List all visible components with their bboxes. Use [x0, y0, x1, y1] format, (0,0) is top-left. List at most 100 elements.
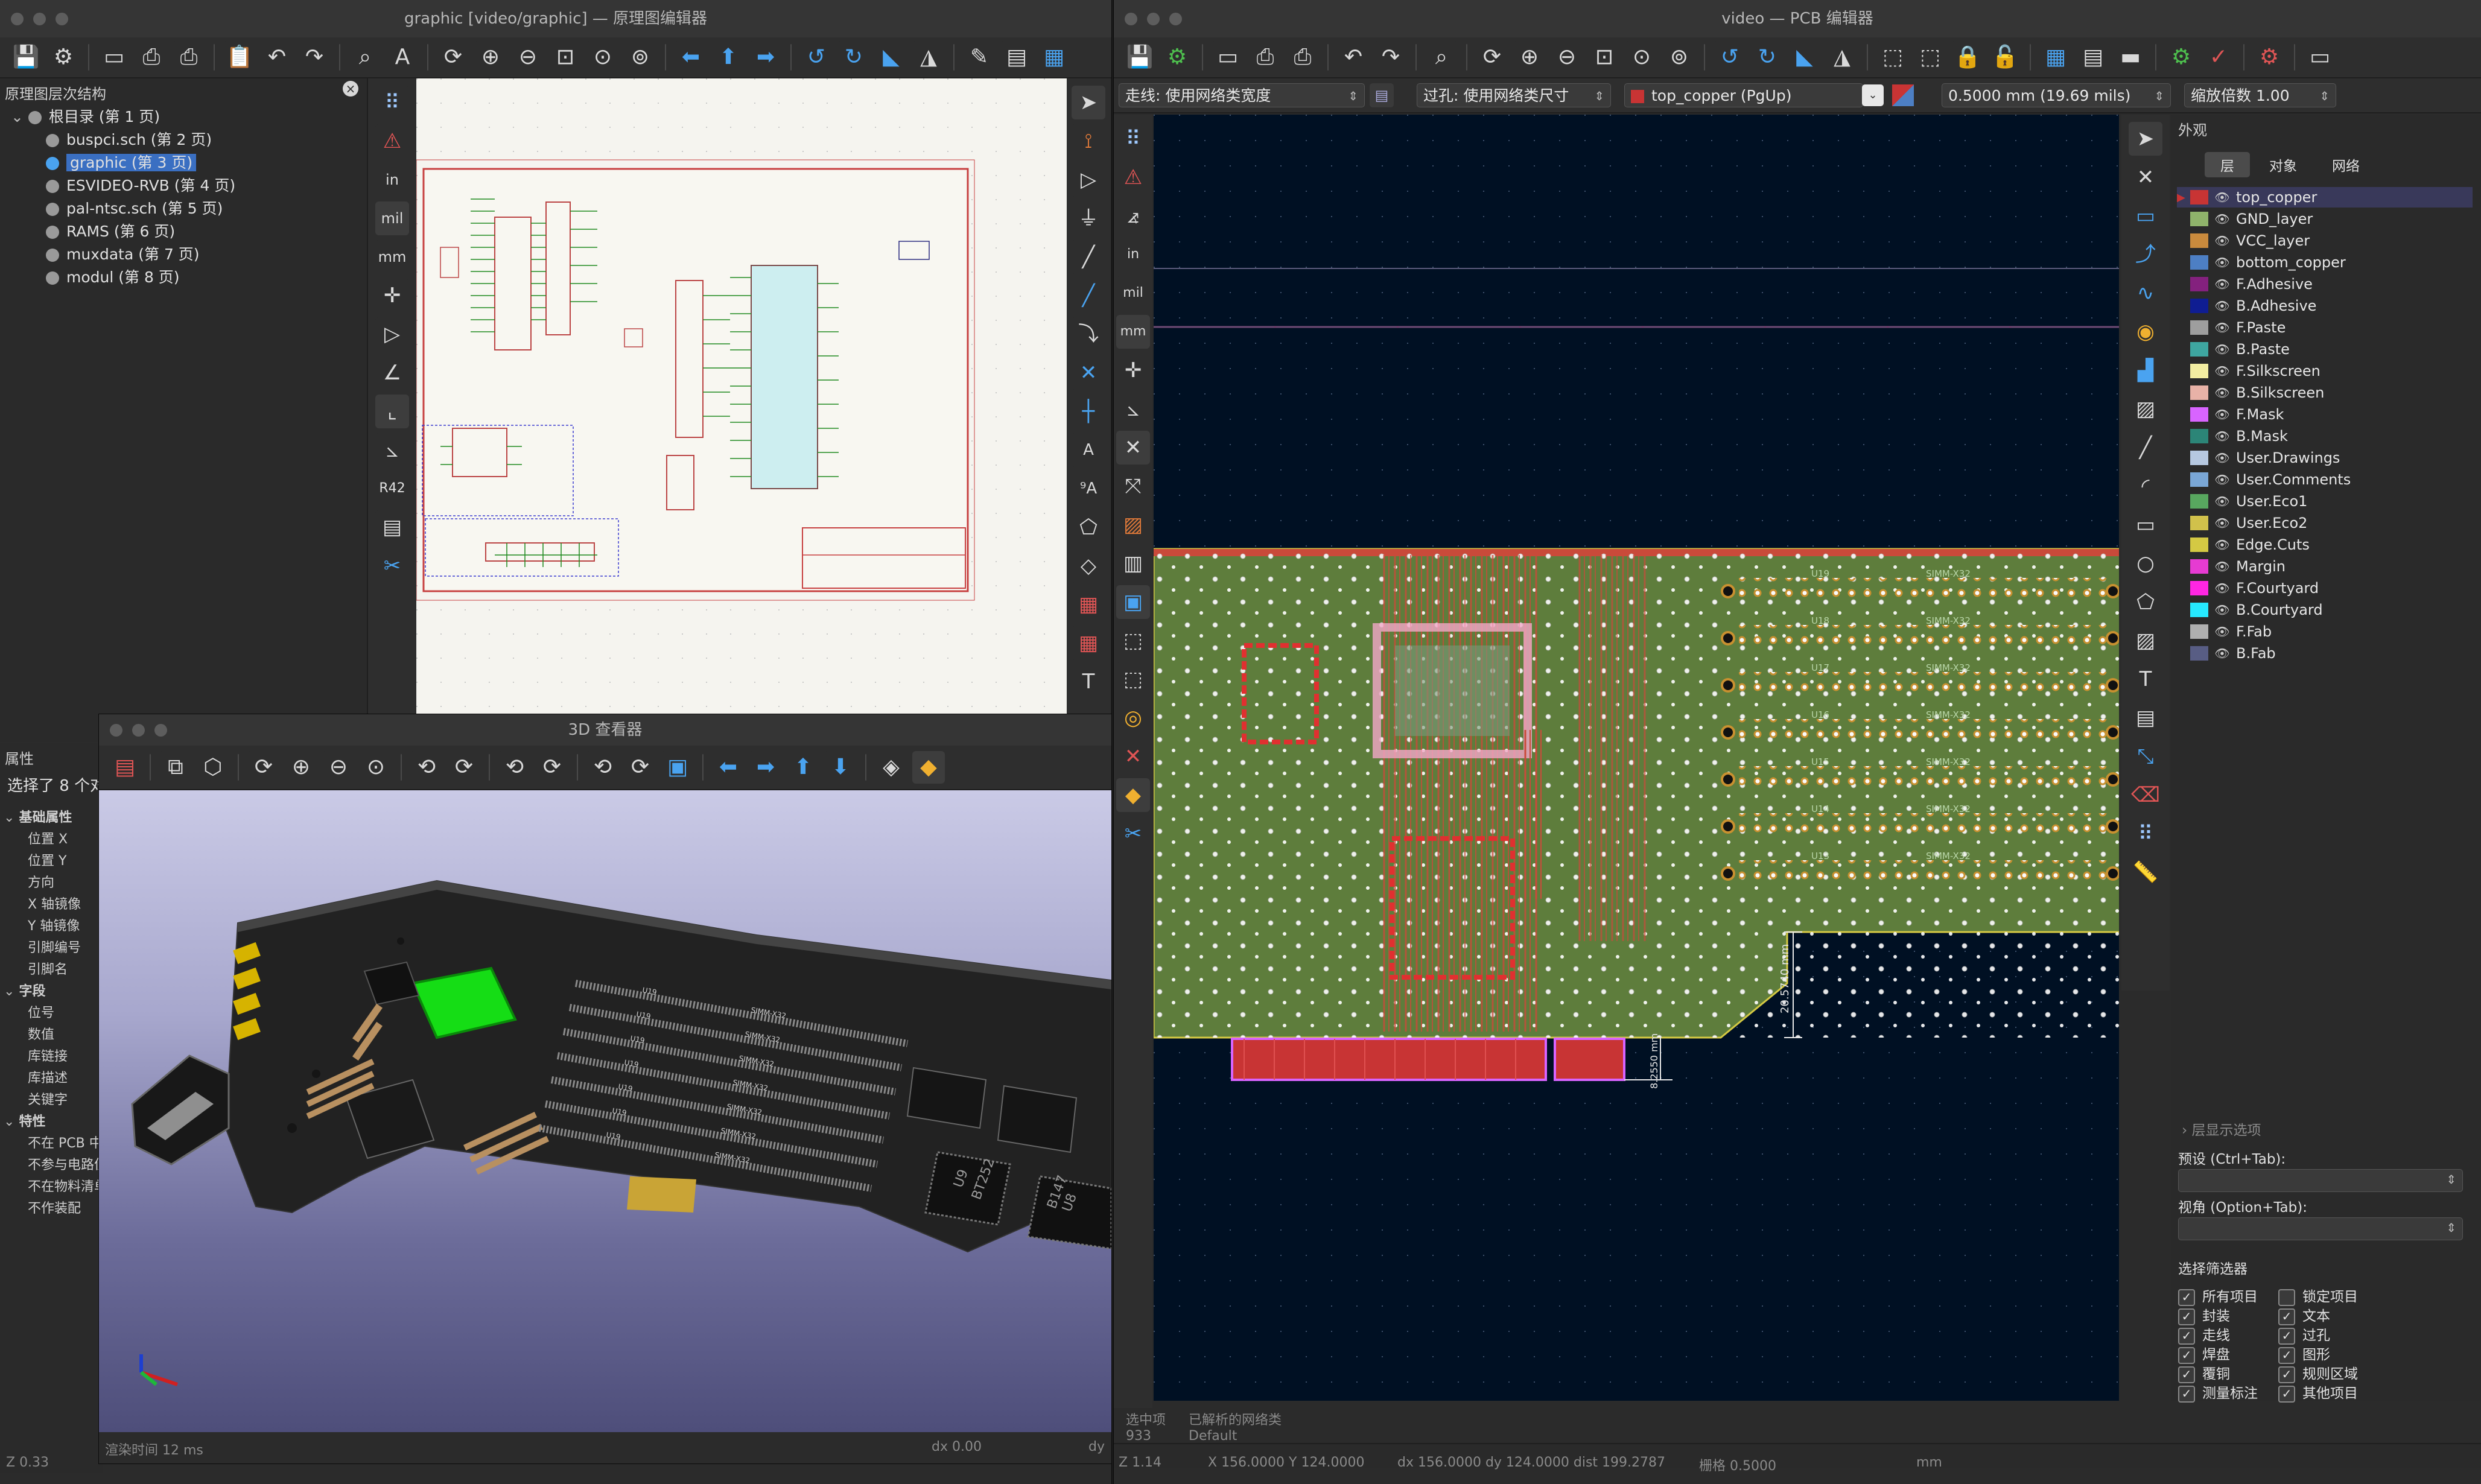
redo-icon[interactable]: ↷ [1374, 41, 1407, 74]
unit-mm-button[interactable]: mm [1116, 315, 1150, 349]
layer-row[interactable]: 👁 B.Paste [2177, 339, 2473, 360]
local-ratsnest-icon[interactable]: ✕ [2129, 160, 2162, 194]
zoom-selection-icon[interactable]: ⊚ [624, 41, 656, 74]
line-45-icon[interactable]: ⦣ [1116, 392, 1150, 426]
line-angle-icon[interactable]: ∠ [375, 356, 409, 390]
erc-icon[interactable]: ⚠ [375, 124, 409, 158]
layer-row[interactable]: 👁 User.Eco2 [2177, 513, 2473, 533]
grid-select[interactable]: 0.5000 mm (19.69 mils) ⇕ [1942, 83, 2171, 107]
eye-icon[interactable]: 👁 [2214, 624, 2230, 639]
layer-row[interactable]: 👁 B.Silkscreen [2177, 382, 2473, 403]
pad-sketch-icon[interactable]: ▣ [1116, 585, 1150, 619]
window-controls[interactable] [110, 724, 167, 737]
layer-display-options[interactable]: › 层显示选项 [2182, 1118, 2261, 1139]
page-settings-icon[interactable]: ▭ [98, 41, 130, 74]
flip-board-icon[interactable]: ▣ [661, 751, 694, 784]
layer-row[interactable]: ▶ 👁 top_copper [2177, 187, 2473, 208]
layer-select[interactable]: top_copper (PgUp) [1624, 83, 1863, 107]
eye-icon[interactable]: 👁 [2214, 320, 2230, 335]
track-sketch-icon[interactable]: ⬚ [1116, 662, 1150, 696]
track-width-select[interactable]: 走线: 使用网络类宽度 ⇕ [1119, 83, 1365, 107]
selection-filter-checkbox[interactable]: ✓ 所有项目 [2178, 1285, 2258, 1306]
copy-image-icon[interactable]: ⧉ [159, 751, 192, 784]
draw-line-icon[interactable]: ╱ [2129, 431, 2162, 465]
find-icon[interactable]: ⌕ [349, 41, 381, 74]
mirror-h-icon[interactable]: ◮ [1826, 41, 1858, 74]
mirror-h-icon[interactable]: ◮ [912, 41, 945, 74]
tools-icon[interactable]: ✂ [1116, 817, 1150, 851]
preset-select[interactable]: ⇕ [2178, 1169, 2463, 1192]
zoom-objects-icon[interactable]: ⊙ [586, 41, 619, 74]
select-icon[interactable]: ➤ [1072, 86, 1105, 119]
layer-color-swatch[interactable] [2190, 581, 2208, 595]
add-textbox-icon[interactable]: ▤ [2129, 701, 2162, 735]
add-symbol-icon[interactable]: ▷ [1072, 163, 1105, 197]
line-45-icon[interactable]: ⦣ [375, 433, 409, 467]
junction-icon[interactable]: ┼ [1072, 395, 1105, 428]
zoom-out-icon[interactable]: ⊖ [1551, 41, 1583, 74]
unlock-icon[interactable]: 🔓 [1989, 41, 2021, 74]
plot-icon[interactable]: ⎙ [1286, 41, 1319, 74]
draw-arc-icon[interactable]: ◜ [2129, 469, 2162, 503]
footprint-browser-icon[interactable]: ▬ [2114, 41, 2147, 74]
print-icon[interactable]: ⎙ [135, 41, 168, 74]
rotate-x-ccw-icon[interactable]: ⟳ [448, 751, 480, 784]
pcb-titlebar[interactable]: video — PCB 编辑器 [1114, 0, 2481, 39]
layer-dropdown-button[interactable]: ⌄ [1862, 84, 1884, 106]
delete-tool-icon[interactable]: ⌫ [2129, 778, 2162, 812]
layer-color-swatch[interactable] [2190, 407, 2208, 422]
add-wire-icon[interactable]: ╱ [1072, 240, 1105, 274]
zoom-dot[interactable] [154, 724, 167, 737]
tree-root-item[interactable]: ⌄ 根目录 (第 1 页) [11, 105, 160, 127]
schematic-titlebar[interactable]: graphic [video/graphic] — 原理图编辑器 [0, 0, 1111, 39]
eye-icon[interactable]: 👁 [2214, 581, 2230, 595]
eye-icon[interactable]: 👁 [2214, 233, 2230, 248]
add-footprint-icon[interactable]: ▭ [2129, 199, 2162, 233]
draw-polygon-icon[interactable]: ⬠ [2129, 585, 2162, 619]
property-row[interactable]: 库描述 [28, 1067, 68, 1086]
zoom-dot[interactable] [56, 13, 68, 25]
save-icon[interactable]: 💾 [1123, 41, 1156, 74]
window-controls[interactable] [11, 13, 68, 25]
eye-icon[interactable]: 👁 [2214, 494, 2230, 509]
layer-row[interactable]: 👁 Edge.Cuts [2177, 534, 2473, 555]
eye-icon[interactable]: 👁 [2214, 429, 2230, 443]
layer-color-swatch[interactable] [2190, 603, 2208, 617]
property-row[interactable]: 引脚编号 [28, 937, 81, 956]
draw-circle-icon[interactable]: ○ [2129, 547, 2162, 580]
measure-icon[interactable]: 📏 [2129, 855, 2162, 889]
layer-color-swatch[interactable] [2190, 233, 2208, 248]
zoom-fit-icon[interactable]: ⊙ [360, 751, 392, 784]
tree-sheet-item[interactable]: RAMS (第 6 页) [46, 220, 175, 241]
rotate-z-cw-icon[interactable]: ⟲ [586, 751, 619, 784]
layer-row[interactable]: 👁 B.Courtyard [2177, 600, 2473, 620]
property-row[interactable]: X 轴镜像 [28, 893, 81, 913]
layer-color-swatch[interactable] [2190, 451, 2208, 465]
highlight-icon[interactable]: ✕ [1116, 740, 1150, 773]
tree-sheet-item[interactable]: ESVIDEO-RVB (第 4 页) [46, 174, 235, 195]
no-connect-icon[interactable]: ✕ [1072, 356, 1105, 390]
netlist-icon[interactable]: ▦ [2039, 41, 2072, 74]
window-controls[interactable] [1125, 13, 1182, 25]
group-icon[interactable]: ⬚ [1876, 41, 1909, 74]
tree-sheet-item[interactable]: graphic (第 3 页) [46, 151, 197, 173]
eye-icon[interactable]: 👁 [2214, 212, 2230, 226]
property-group-header[interactable]: ⌄ 特性 [4, 1111, 45, 1130]
layer-row[interactable]: 👁 B.Adhesive [2177, 296, 2473, 316]
export-image-icon[interactable]: ▤ [109, 751, 141, 784]
move-down-icon[interactable]: ⬇ [824, 751, 857, 784]
layer-color-swatch[interactable] [2190, 342, 2208, 357]
selection-filter-checkbox[interactable]: ✓ 图形 [2278, 1343, 2330, 1364]
layer-color-swatch[interactable] [2190, 494, 2208, 509]
pcb-canvas[interactable]: U19 SIMM-X32 U18 SIMM-X32 U17 SIMM-X32 U16 SIMM… [1152, 115, 2223, 1401]
netclass-label-icon[interactable]: ⁹A [1072, 472, 1105, 506]
zoom-objects-icon[interactable]: ⊙ [1625, 41, 1658, 74]
unit-mil-button[interactable]: mil [375, 201, 409, 235]
paste-icon[interactable]: 📋 [223, 41, 256, 74]
add-power-icon[interactable]: ⏚ [1072, 201, 1105, 235]
rotate-z-ccw-icon[interactable]: ⟳ [624, 751, 656, 784]
undo-icon[interactable]: ↶ [261, 41, 293, 74]
eye-icon[interactable]: 👁 [2214, 472, 2230, 487]
property-group-header[interactable]: ⌄ 字段 [4, 980, 45, 1000]
mirror-v-icon[interactable]: ◣ [875, 41, 907, 74]
